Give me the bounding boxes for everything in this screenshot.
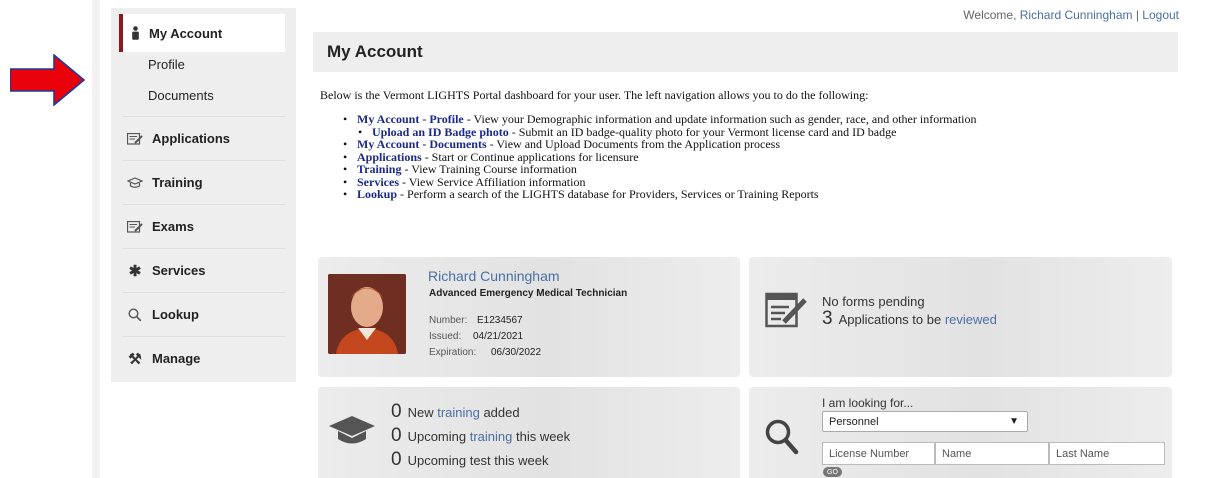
welcome-prefix: Welcome, [963,8,1020,22]
sidebar-item-label: Training [152,175,203,190]
page-gutter [92,0,100,478]
feature-desc: - Perform a search of the LIGHTS databas… [397,187,819,201]
issued-value: 04/21/2021 [473,331,524,342]
row-text: this week [512,429,571,444]
expiration-value: 06/30/2022 [491,347,542,358]
feature-link[interactable]: Lookup [357,187,397,201]
sidebar-item-applications[interactable]: Applications [123,116,285,160]
logout-link[interactable]: Logout [1142,8,1179,22]
upcoming-test-count: 0 [391,449,402,470]
profile-name-link[interactable]: Richard Cunningham [428,268,560,284]
lookup-label: I am looking for... [822,396,914,410]
sidebar-item-lookup[interactable]: Lookup [123,292,285,336]
page-title-bar: My Account [313,32,1178,72]
welcome-separator: | [1132,8,1143,22]
training-row-new: 0 New training added [391,401,520,423]
sidebar-item-label: Lookup [152,307,199,322]
training-row-upcoming: 0 Upcoming training this week [391,425,570,447]
person-icon [132,26,139,40]
sidebar-item-label: Exams [152,219,194,234]
lookup-card: I am looking for... Personnel ▼ GO [749,387,1172,478]
form-edit-icon [123,132,147,145]
sidebar-item-manage[interactable]: ⚒ Manage [123,336,285,380]
profile-card: Richard Cunningham Advanced Emergency Me… [318,257,740,377]
welcome-bar: Welcome, Richard Cunningham | Logout [963,8,1179,22]
name-input[interactable] [935,442,1049,465]
profile-expiration-row: Expiration: 06/30/2022 [429,347,541,358]
issued-label: Issued: [429,331,462,342]
sidebar-subitem-documents[interactable]: Documents [148,88,214,103]
lookup-type-select[interactable]: Personnel ▼ [822,411,1028,432]
applications-review-row: 3 Applications to be reviewed [822,308,997,330]
applications-text: Applications to be [838,312,945,327]
sidebar-item-label: My Account [149,25,223,41]
list-item: Lookup - Perform a search of the LIGHTS … [343,187,977,201]
sidebar-subitem-profile[interactable]: Profile [148,57,185,72]
user-name-link[interactable]: Richard Cunningham [1020,8,1133,22]
training-link[interactable]: training [470,429,513,444]
row-text: New [407,405,438,420]
form-edit-icon [123,220,147,233]
page-title: My Account [327,42,423,61]
feature-list: My Account - Profile - View your Demogra… [343,113,977,201]
chevron-down-icon: ▼ [1009,416,1019,427]
profile-photo [328,274,406,354]
annotation-arrow-icon [10,54,85,106]
training-card: 0 New training added 0 Upcoming training t… [318,387,740,478]
forms-card: No forms pending 3 Applications to be rev… [749,257,1172,377]
profile-issued-row: Issued: 04/21/2021 [429,331,523,342]
sidebar-item-label: Manage [152,351,201,366]
row-text: Upcoming [407,429,470,444]
training-icon [123,176,147,189]
reviewed-link[interactable]: reviewed [945,312,997,327]
sidebar-item-exams[interactable]: Exams [123,204,285,248]
search-icon [123,307,147,322]
sidebar-item-label: Services [152,263,206,278]
number-label: Number: [429,315,468,326]
applications-count: 3 [822,308,833,329]
intro-text: Below is the Vermont LIGHTS Portal dashb… [320,88,869,102]
tools-icon: ⚒ [128,350,142,368]
sidebar: My Account Profile Documents Application… [111,8,296,382]
row-text: Upcoming test this week [407,453,549,468]
asterisk-icon: ✱ [128,262,142,280]
forms-pending-text: No forms pending [822,294,925,309]
last-name-input[interactable] [1049,442,1165,465]
row-text: added [479,405,520,420]
search-icon [765,419,799,455]
training-link[interactable]: training [437,405,480,420]
form-edit-icon [765,292,807,328]
graduation-cap-icon [329,416,375,444]
expiration-label: Expiration: [429,347,477,358]
sidebar-item-label: Applications [152,131,231,146]
select-value: Personnel [829,415,879,428]
upcoming-training-count: 0 [391,425,402,446]
sidebar-item-services[interactable]: ✱ Services [123,248,285,292]
sidebar-item-training[interactable]: Training [123,160,285,204]
number-value: E1234567 [477,315,523,326]
profile-title: Advanced Emergency Medical Technician [429,288,628,299]
training-row-tests: 0 Upcoming test this week [391,449,548,471]
license-number-input[interactable] [822,442,935,465]
new-training-count: 0 [391,401,402,422]
profile-number-row: Number: E1234567 [429,315,523,326]
go-button[interactable]: GO [823,467,842,477]
sidebar-item-my-account[interactable]: My Account [119,14,285,52]
